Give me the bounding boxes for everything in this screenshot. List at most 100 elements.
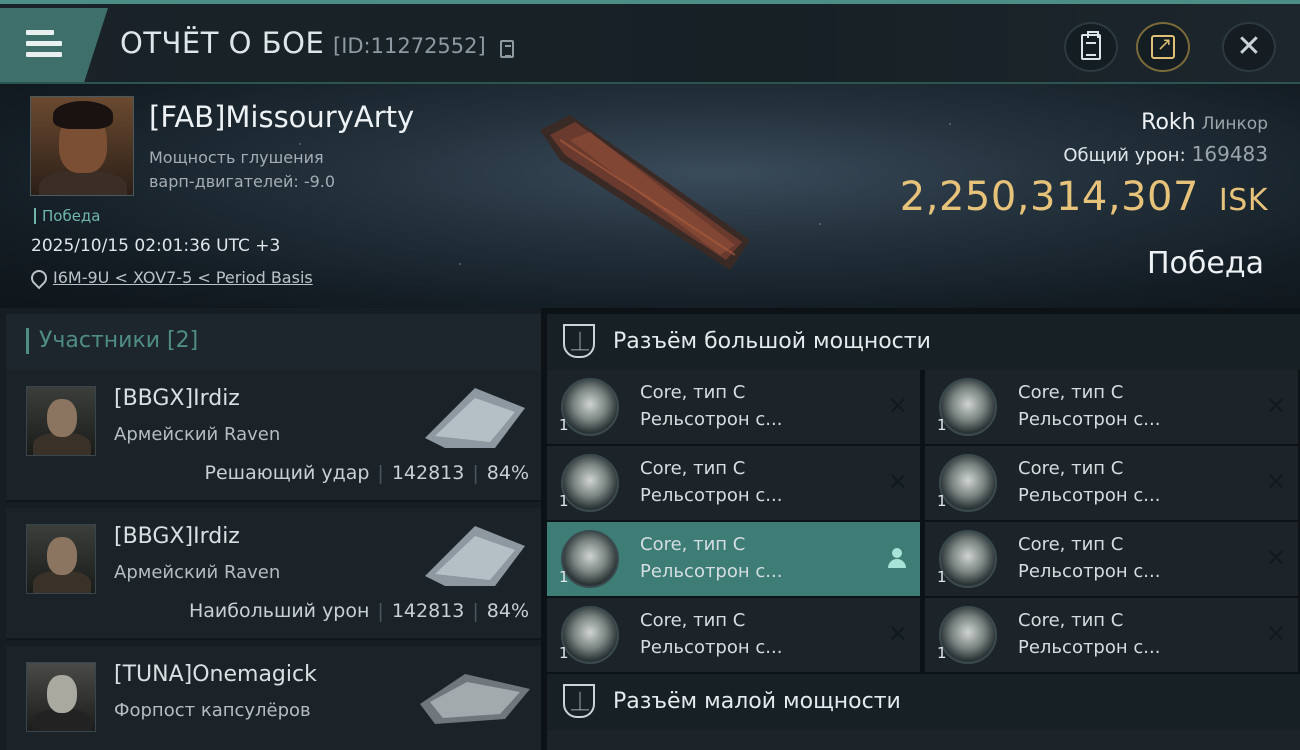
- module-slot[interactable]: 1 Core, тип C Рельсотрон с... ✕: [547, 370, 920, 444]
- module-quantity: 1: [937, 568, 947, 586]
- module-icon: [939, 454, 997, 512]
- isk-unit: ISK: [1218, 183, 1268, 218]
- participant-ship-image: [420, 674, 530, 724]
- victim-ship-name[interactable]: Rokh: [1141, 110, 1195, 135]
- participant-stats: Наибольший урон | 142813 | 84%: [188, 600, 529, 622]
- battle-location[interactable]: I6M-9U < XOV7-5 < Period Basis: [31, 268, 313, 287]
- module-name: Core, тип C: [1018, 534, 1124, 555]
- participant-row[interactable]: [BBGX]Irdiz Армейский Raven Решающий уда…: [6, 370, 541, 502]
- destroyed-icon: ✕: [887, 468, 908, 496]
- module-quantity: 1: [937, 416, 947, 434]
- module-name: Core, тип C: [1018, 382, 1124, 403]
- participant-ship-image: [425, 388, 525, 448]
- module-type: Рельсотрон с...: [640, 561, 783, 582]
- module-quantity: 1: [559, 416, 569, 434]
- module-quantity: 1: [559, 644, 569, 662]
- location-pin-icon: [31, 270, 43, 286]
- participant-percent: 84%: [486, 462, 529, 484]
- module-slot[interactable]: 1 Core, тип C Рельсотрон с... ✕: [925, 598, 1298, 672]
- total-damage: Общий урон: 169483: [1063, 142, 1268, 166]
- share-icon: [1151, 34, 1175, 59]
- menu-icon: [26, 30, 62, 58]
- module-slot[interactable]: 1 Core, тип C Рельсотрон с... ✕: [925, 522, 1298, 596]
- battle-summary: [FAB]MissouryArty Мощность глушения варп…: [0, 82, 1300, 308]
- participant-ship-image: [425, 526, 525, 586]
- share-button[interactable]: [1136, 22, 1190, 72]
- battle-datetime: 2025/10/15 02:01:36 UTC +3: [31, 236, 281, 256]
- clipboard-icon: [1081, 31, 1101, 60]
- report-id: [ID:11272552]: [333, 34, 486, 58]
- page-title: ОТЧЁТ О БОЕ: [120, 26, 325, 60]
- warp-disruption-label: Мощность глушения варп-двигателей: -9.0: [149, 148, 336, 191]
- participant-row[interactable]: [BBGX]Irdiz Армейский Raven Наибольший у…: [6, 508, 541, 640]
- low-slot-header: Разъём малой мощности: [547, 674, 1300, 730]
- participant-row[interactable]: [TUNA]Onemagick Форпост капсулёров: [6, 646, 541, 750]
- clipboard-button[interactable]: [1064, 22, 1118, 72]
- participant-avatar[interactable]: [26, 386, 96, 456]
- participant-role: Наибольший урон: [188, 600, 370, 622]
- top-bar: ОТЧЁТ О БОЕ [ID:11272552] ✕: [0, 0, 1300, 82]
- participants-header: Участники [2]: [6, 314, 541, 370]
- module-type: Рельсотрон с...: [1018, 637, 1161, 658]
- victim-ship-class: Линкор: [1201, 114, 1268, 134]
- participant-role: Решающий удар: [204, 462, 370, 484]
- close-button[interactable]: ✕: [1222, 22, 1276, 72]
- module-name: Core, тип C: [640, 610, 746, 631]
- module-slot[interactable]: 1 Core, тип C Рельсотрон с... ✕: [547, 598, 920, 672]
- participants-panel: Участники [2] [BBGX]Irdiz Армейский Rave…: [0, 308, 541, 750]
- module-slot[interactable]: 1 Core, тип C Рельсотрон с... ✕: [925, 370, 1298, 444]
- pilot-icon: [888, 548, 906, 568]
- low-slot-icon: [563, 684, 595, 718]
- destroyed-icon: ✕: [1265, 392, 1286, 420]
- participant-damage: 142813: [391, 600, 465, 622]
- victim-ship-image: [540, 115, 750, 270]
- participant-ship: Армейский Raven: [114, 562, 281, 583]
- low-slot-row-partial: [547, 730, 1300, 750]
- victim-ship: Rokh Линкор: [1141, 110, 1268, 135]
- isk-loss: 2,250,314,307 ISK: [900, 174, 1268, 220]
- close-icon: ✕: [1236, 29, 1262, 64]
- participant-name[interactable]: [TUNA]Onemagick: [114, 662, 317, 687]
- participants-title: Участники [2]: [26, 328, 198, 354]
- participant-ship: Армейский Raven: [114, 424, 281, 445]
- module-type: Рельсотрон с...: [640, 637, 783, 658]
- participant-name[interactable]: [BBGX]Irdiz: [114, 386, 240, 411]
- victim-name[interactable]: [FAB]MissouryArty: [149, 100, 414, 134]
- copy-icon[interactable]: [500, 40, 514, 58]
- location-link[interactable]: I6M-9U < XOV7-5 < Period Basis: [53, 268, 313, 287]
- module-slot[interactable]: 1 Core, тип C Рельсотрон с...: [547, 522, 920, 596]
- total-damage-value: 169483: [1191, 142, 1268, 166]
- destroyed-icon: ✕: [1265, 620, 1286, 648]
- participant-name[interactable]: [BBGX]Irdiz: [114, 524, 240, 549]
- module-icon: [561, 530, 619, 588]
- module-type: Рельсотрон с...: [1018, 485, 1161, 506]
- outcome-tag: Победа: [34, 208, 101, 224]
- module-icon: [939, 378, 997, 436]
- victim-avatar[interactable]: [30, 96, 134, 196]
- module-type: Рельсотрон с...: [640, 409, 783, 430]
- module-icon: [939, 530, 997, 588]
- participant-avatar[interactable]: [26, 662, 96, 732]
- module-icon: [561, 606, 619, 664]
- module-name: Core, тип C: [640, 382, 746, 403]
- total-damage-label: Общий урон:: [1063, 145, 1186, 166]
- battle-result: Победа: [1147, 246, 1264, 281]
- module-quantity: 1: [937, 644, 947, 662]
- participant-avatar[interactable]: [26, 524, 96, 594]
- module-icon: [561, 454, 619, 512]
- module-quantity: 1: [559, 492, 569, 510]
- isk-value: 2,250,314,307: [899, 174, 1199, 220]
- module-quantity: 1: [937, 492, 947, 510]
- destroyed-icon: ✕: [887, 392, 908, 420]
- module-slot[interactable]: 1 Core, тип C Рельсотрон с... ✕: [547, 446, 920, 520]
- module-name: Core, тип C: [1018, 610, 1124, 631]
- module-name: Core, тип C: [1018, 458, 1124, 479]
- participant-damage: 142813: [391, 462, 465, 484]
- destroyed-icon: ✕: [887, 620, 908, 648]
- high-slot-label: Разъём большой мощности: [613, 329, 931, 354]
- menu-button[interactable]: [0, 8, 108, 82]
- participant-stats: Решающий удар | 142813 | 84%: [204, 462, 529, 484]
- module-slot[interactable]: 1 Core, тип C Рельсотрон с... ✕: [925, 446, 1298, 520]
- module-type: Рельсотрон с...: [1018, 561, 1161, 582]
- high-slot-header: Разъём большой мощности: [547, 314, 1300, 370]
